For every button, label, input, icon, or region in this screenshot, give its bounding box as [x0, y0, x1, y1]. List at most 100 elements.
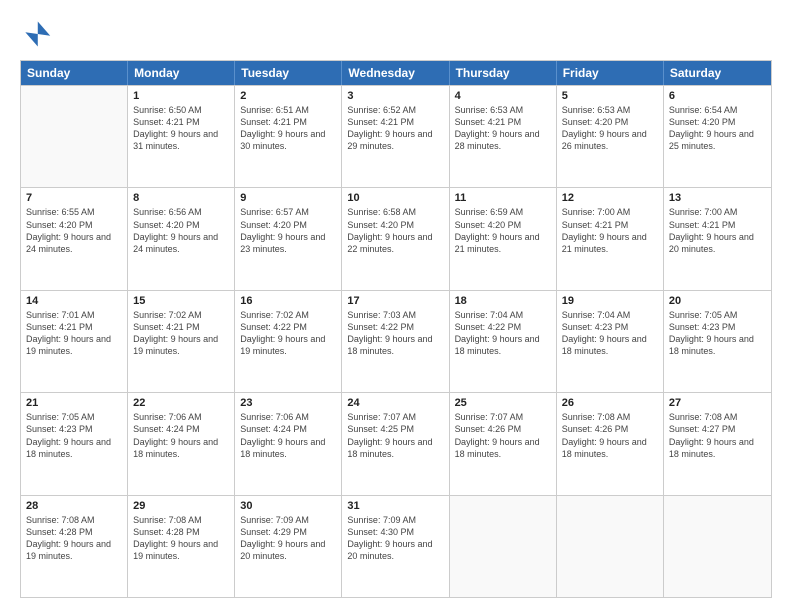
cell-details: Sunrise: 7:08 AMSunset: 4:26 PMDaylight:… [562, 411, 658, 460]
header-day-tuesday: Tuesday [235, 61, 342, 85]
calendar-cell: 18 Sunrise: 7:04 AMSunset: 4:22 PMDayligh… [450, 291, 557, 392]
day-number: 26 [562, 397, 658, 409]
cell-details: Sunrise: 6:56 AMSunset: 4:20 PMDaylight:… [133, 206, 229, 255]
day-number: 1 [133, 90, 229, 102]
day-number: 20 [669, 295, 766, 307]
calendar-cell: 15 Sunrise: 7:02 AMSunset: 4:21 PMDayligh… [128, 291, 235, 392]
calendar-cell: 21 Sunrise: 7:05 AMSunset: 4:23 PMDayligh… [21, 393, 128, 494]
cell-details: Sunrise: 6:51 AMSunset: 4:21 PMDaylight:… [240, 104, 336, 153]
header-day-friday: Friday [557, 61, 664, 85]
calendar-cell [664, 496, 771, 597]
calendar-cell: 9Sunrise: 6:57 AMSunset: 4:20 PMDaylight… [235, 188, 342, 289]
calendar-row-2: 14Sunrise: 7:01 AMSunset: 4:21 PMDayligh… [21, 290, 771, 392]
calendar-row-1: 7 Sunrise: 6:55 AMSunset: 4:20 PMDaylight… [21, 187, 771, 289]
cell-details: Sunrise: 6:52 AMSunset: 4:21 PMDaylight:… [347, 104, 443, 153]
cell-details: Sunrise: 7:08 AMSunset: 4:28 PMDaylight:… [133, 514, 229, 563]
cell-details: Sunrise: 6:53 AMSunset: 4:20 PMDaylight:… [562, 104, 658, 153]
day-number: 27 [669, 397, 766, 409]
day-number: 22 [133, 397, 229, 409]
day-number: 12 [562, 192, 658, 204]
calendar-cell: 24 Sunrise: 7:07 AMSunset: 4:25 PMDayligh… [342, 393, 449, 494]
day-number: 2 [240, 90, 336, 102]
calendar-cell: 14Sunrise: 7:01 AMSunset: 4:21 PMDayligh… [21, 291, 128, 392]
calendar-cell: 5 Sunrise: 6:53 AMSunset: 4:20 PMDaylight… [557, 86, 664, 187]
calendar-cell: 17 Sunrise: 7:03 AMSunset: 4:22 PMDayligh… [342, 291, 449, 392]
calendar-cell: 26 Sunrise: 7:08 AMSunset: 4:26 PMDayligh… [557, 393, 664, 494]
calendar: SundayMondayTuesdayWednesdayThursdayFrid… [20, 60, 772, 598]
calendar-cell: 4 Sunrise: 6:53 AMSunset: 4:21 PMDaylight… [450, 86, 557, 187]
day-number: 10 [347, 192, 443, 204]
calendar-cell: 6Sunrise: 6:54 AMSunset: 4:20 PMDaylight… [664, 86, 771, 187]
calendar-cell [21, 86, 128, 187]
day-number: 18 [455, 295, 551, 307]
calendar-cell: 19 Sunrise: 7:04 AMSunset: 4:23 PMDayligh… [557, 291, 664, 392]
calendar-cell: 10 Sunrise: 6:58 AMSunset: 4:20 PMDayligh… [342, 188, 449, 289]
cell-details: Sunrise: 6:55 AMSunset: 4:20 PMDaylight:… [26, 206, 122, 255]
cell-details: Sunrise: 7:08 AMSunset: 4:27 PMDaylight:… [669, 411, 766, 460]
day-number: 4 [455, 90, 551, 102]
calendar-cell: 20 Sunrise: 7:05 AMSunset: 4:23 PMDayligh… [664, 291, 771, 392]
header-day-thursday: Thursday [450, 61, 557, 85]
calendar-cell: 13 Sunrise: 7:00 AMSunset: 4:21 PMDayligh… [664, 188, 771, 289]
cell-details: Sunrise: 7:04 AMSunset: 4:22 PMDaylight:… [455, 309, 551, 358]
cell-details: Sunrise: 6:57 AMSunset: 4:20 PMDaylight:… [240, 206, 336, 255]
calendar-cell: 3Sunrise: 6:52 AMSunset: 4:21 PMDaylight… [342, 86, 449, 187]
calendar-row-3: 21 Sunrise: 7:05 AMSunset: 4:23 PMDayligh… [21, 392, 771, 494]
calendar-cell: 8 Sunrise: 6:56 AMSunset: 4:20 PMDaylight… [128, 188, 235, 289]
calendar-cell: 12Sunrise: 7:00 AMSunset: 4:21 PMDayligh… [557, 188, 664, 289]
calendar-cell [450, 496, 557, 597]
cell-details: Sunrise: 6:58 AMSunset: 4:20 PMDaylight:… [347, 206, 443, 255]
calendar-header: SundayMondayTuesdayWednesdayThursdayFrid… [21, 61, 771, 85]
cell-details: Sunrise: 7:05 AMSunset: 4:23 PMDaylight:… [669, 309, 766, 358]
day-number: 31 [347, 500, 443, 512]
day-number: 7 [26, 192, 122, 204]
cell-details: Sunrise: 7:06 AMSunset: 4:24 PMDaylight:… [133, 411, 229, 460]
cell-details: Sunrise: 7:08 AMSunset: 4:28 PMDaylight:… [26, 514, 122, 563]
day-number: 29 [133, 500, 229, 512]
calendar-cell: 16 Sunrise: 7:02 AMSunset: 4:22 PMDayligh… [235, 291, 342, 392]
cell-details: Sunrise: 7:02 AMSunset: 4:22 PMDaylight:… [240, 309, 336, 358]
logo-icon [20, 18, 52, 50]
day-number: 16 [240, 295, 336, 307]
day-number: 5 [562, 90, 658, 102]
cell-details: Sunrise: 7:05 AMSunset: 4:23 PMDaylight:… [26, 411, 122, 460]
day-number: 17 [347, 295, 443, 307]
day-number: 15 [133, 295, 229, 307]
day-number: 6 [669, 90, 766, 102]
day-number: 25 [455, 397, 551, 409]
calendar-cell: 27 Sunrise: 7:08 AMSunset: 4:27 PMDayligh… [664, 393, 771, 494]
cell-details: Sunrise: 6:59 AMSunset: 4:20 PMDaylight:… [455, 206, 551, 255]
page: SundayMondayTuesdayWednesdayThursdayFrid… [0, 0, 792, 612]
day-number: 11 [455, 192, 551, 204]
cell-details: Sunrise: 7:09 AMSunset: 4:30 PMDaylight:… [347, 514, 443, 563]
cell-details: Sunrise: 7:04 AMSunset: 4:23 PMDaylight:… [562, 309, 658, 358]
day-number: 14 [26, 295, 122, 307]
calendar-row-4: 28 Sunrise: 7:08 AMSunset: 4:28 PMDayligh… [21, 495, 771, 597]
day-number: 8 [133, 192, 229, 204]
logo [20, 18, 56, 50]
day-number: 13 [669, 192, 766, 204]
header-day-monday: Monday [128, 61, 235, 85]
cell-details: Sunrise: 6:50 AMSunset: 4:21 PMDaylight:… [133, 104, 229, 153]
cell-details: Sunrise: 7:00 AMSunset: 4:21 PMDaylight:… [669, 206, 766, 255]
header [20, 18, 772, 50]
day-number: 24 [347, 397, 443, 409]
cell-details: Sunrise: 6:53 AMSunset: 4:21 PMDaylight:… [455, 104, 551, 153]
calendar-cell: 28 Sunrise: 7:08 AMSunset: 4:28 PMDayligh… [21, 496, 128, 597]
cell-details: Sunrise: 7:02 AMSunset: 4:21 PMDaylight:… [133, 309, 229, 358]
cell-details: Sunrise: 7:03 AMSunset: 4:22 PMDaylight:… [347, 309, 443, 358]
day-number: 21 [26, 397, 122, 409]
cell-details: Sunrise: 7:06 AMSunset: 4:24 PMDaylight:… [240, 411, 336, 460]
calendar-cell: 11 Sunrise: 6:59 AMSunset: 4:20 PMDayligh… [450, 188, 557, 289]
day-number: 28 [26, 500, 122, 512]
calendar-cell: 1 Sunrise: 6:50 AMSunset: 4:21 PMDaylight… [128, 86, 235, 187]
day-number: 23 [240, 397, 336, 409]
header-day-saturday: Saturday [664, 61, 771, 85]
cell-details: Sunrise: 7:07 AMSunset: 4:25 PMDaylight:… [347, 411, 443, 460]
day-number: 19 [562, 295, 658, 307]
calendar-row-0: 1 Sunrise: 6:50 AMSunset: 4:21 PMDaylight… [21, 85, 771, 187]
cell-details: Sunrise: 7:07 AMSunset: 4:26 PMDaylight:… [455, 411, 551, 460]
calendar-cell: 7 Sunrise: 6:55 AMSunset: 4:20 PMDaylight… [21, 188, 128, 289]
calendar-cell: 23 Sunrise: 7:06 AMSunset: 4:24 PMDayligh… [235, 393, 342, 494]
header-day-wednesday: Wednesday [342, 61, 449, 85]
